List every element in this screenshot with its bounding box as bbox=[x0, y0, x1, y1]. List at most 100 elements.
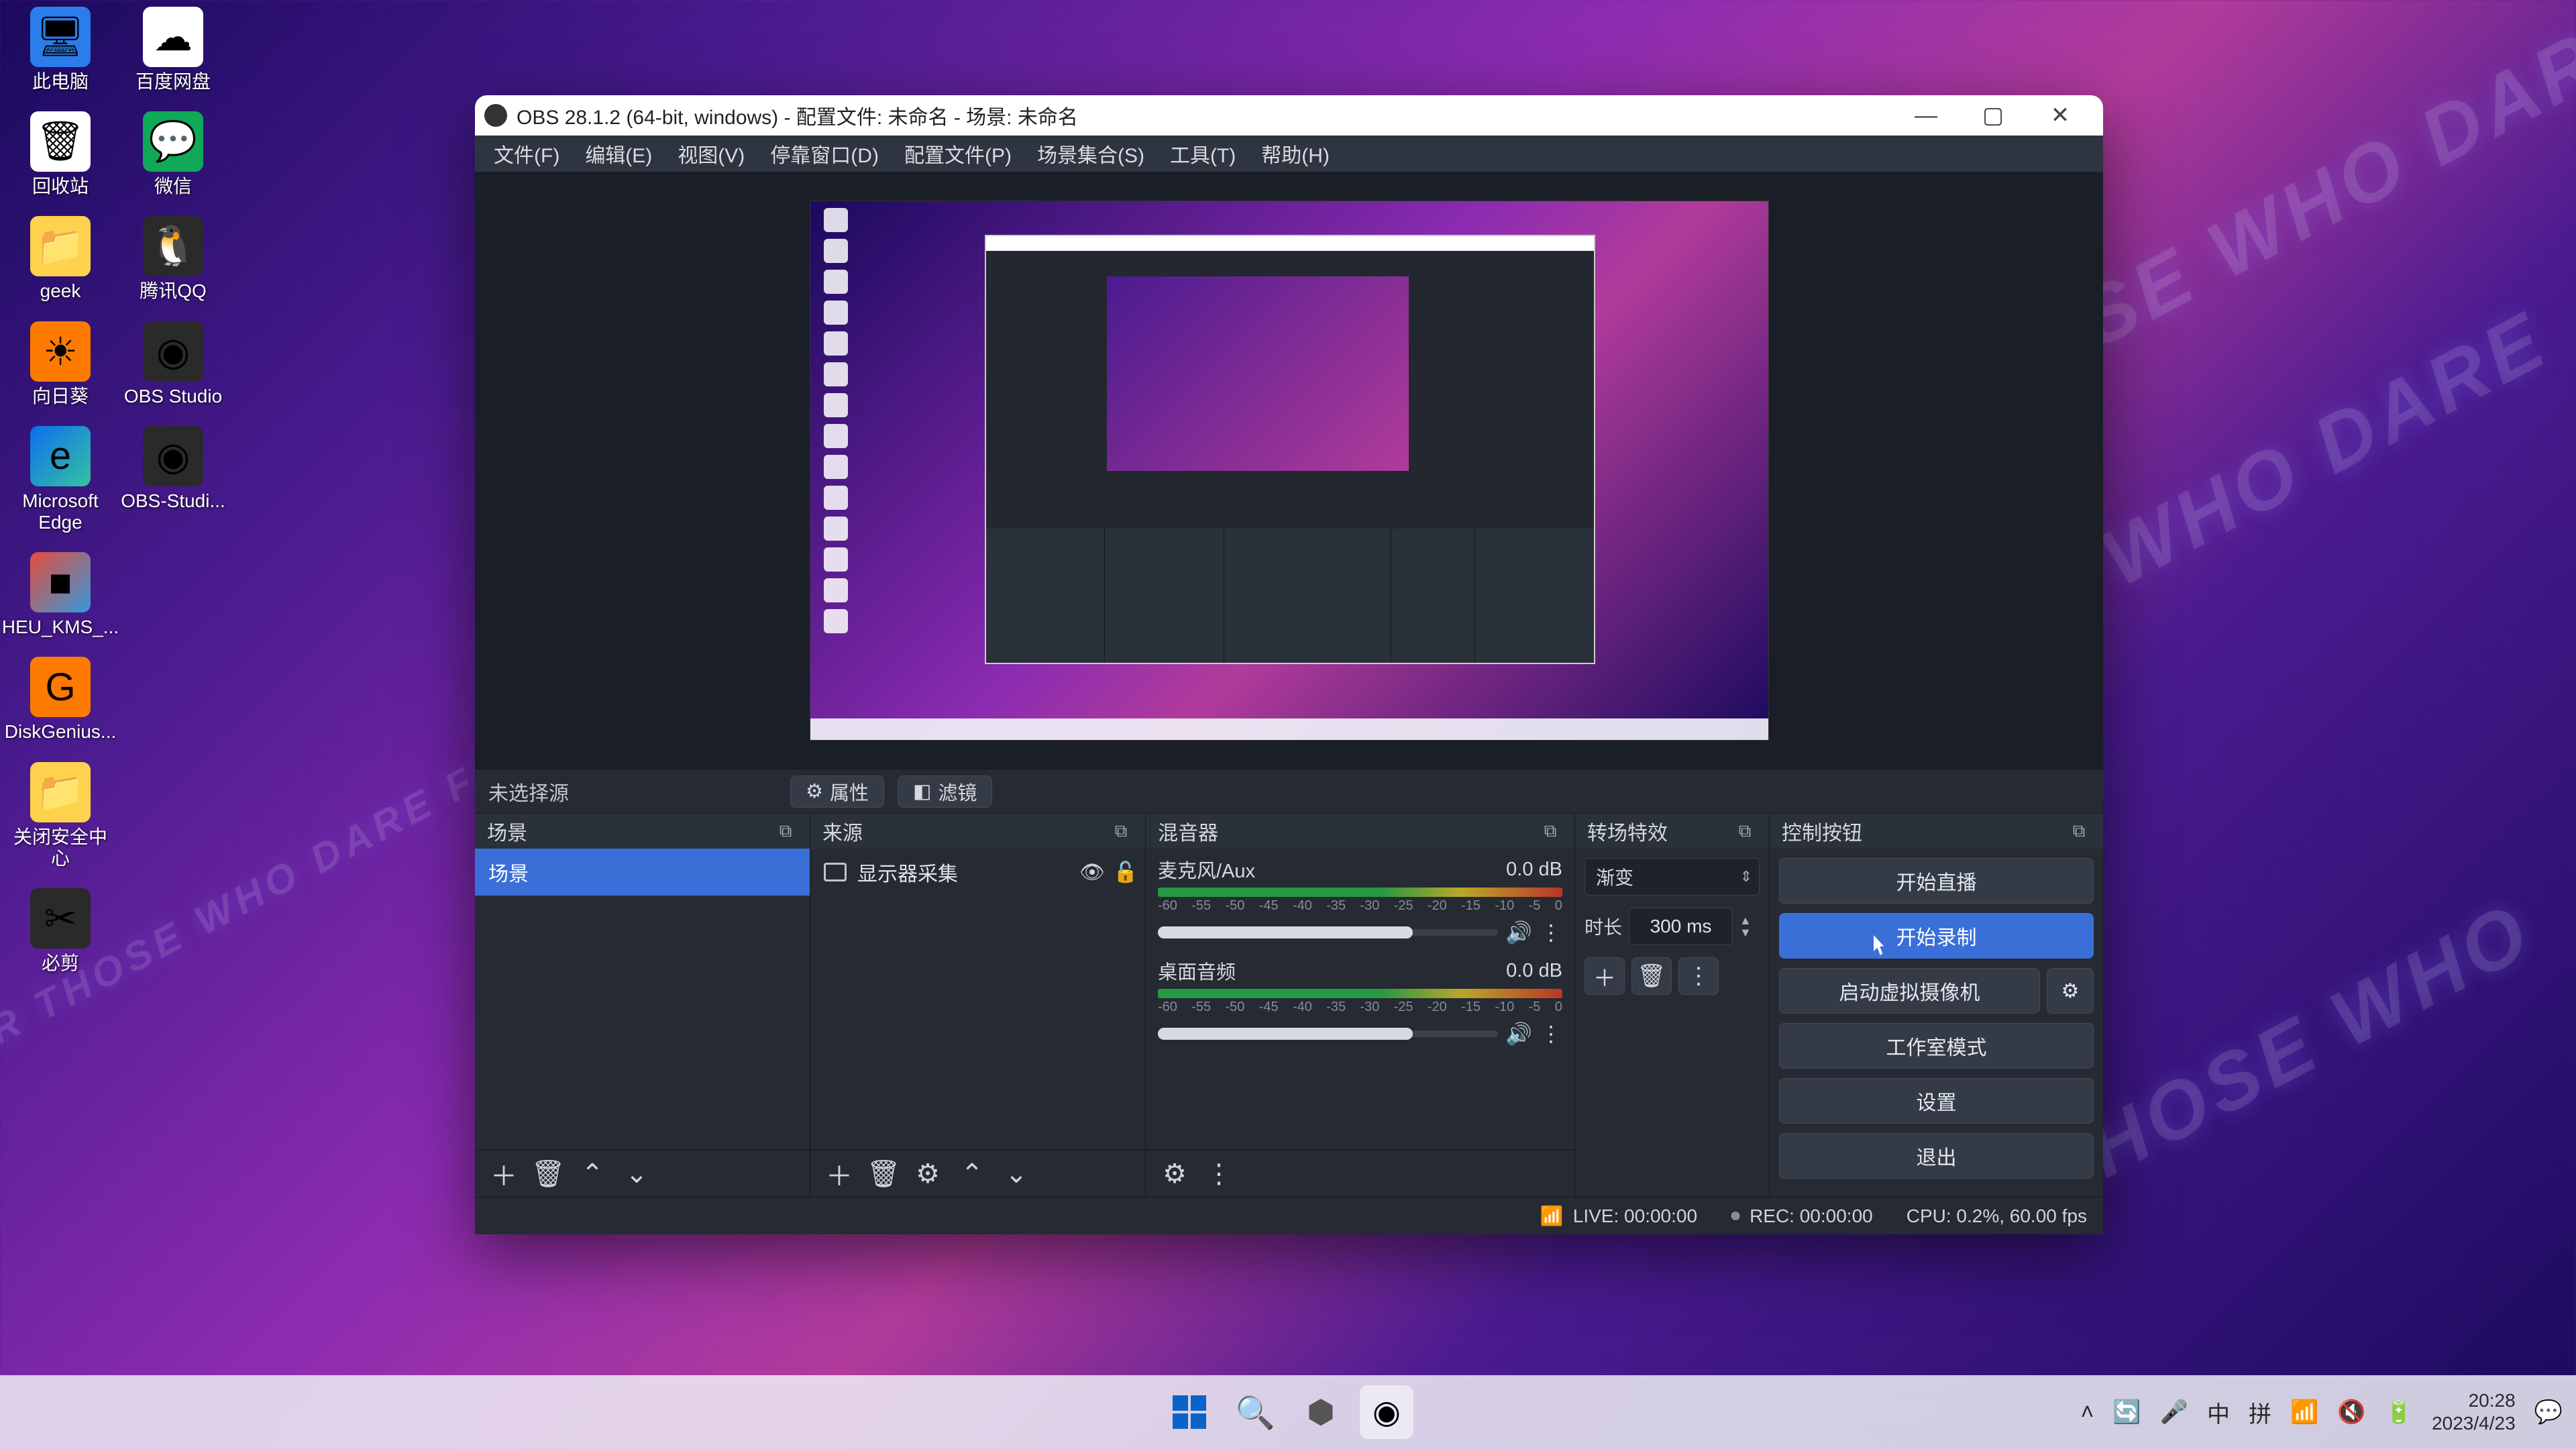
icon-label: OBS Studio bbox=[124, 386, 222, 407]
titlebar[interactable]: OBS 28.1.2 (64-bit, windows) - 配置文件: 未命名… bbox=[475, 95, 2103, 136]
remove-transition-button[interactable]: 🗑 bbox=[1631, 957, 1672, 995]
desktop-icon[interactable]: 🖥此电脑 bbox=[7, 7, 114, 93]
menu-item[interactable]: 帮助(H) bbox=[1249, 136, 1342, 172]
desktop-icon[interactable]: ◉OBS-Studi... bbox=[119, 426, 227, 512]
menu-item[interactable]: 编辑(E) bbox=[573, 136, 664, 172]
scenes-title: 场景 bbox=[487, 816, 527, 846]
search-button[interactable]: 🔍 bbox=[1228, 1385, 1282, 1439]
scene-up-button[interactable]: ⌃ bbox=[573, 1157, 612, 1191]
chevron-up-icon[interactable]: ˄ bbox=[2081, 1399, 2094, 1426]
volume-icon[interactable]: 🔇 bbox=[2337, 1399, 2365, 1426]
channel-menu-button[interactable]: ⋮ bbox=[1540, 918, 1562, 947]
desktop-icon[interactable]: 📁geek bbox=[7, 216, 114, 302]
studio-mode-button[interactable]: 工作室模式 bbox=[1779, 1023, 2094, 1069]
menu-item[interactable]: 场景集合(S) bbox=[1025, 136, 1157, 172]
clock[interactable]: 20:28 2023/4/23 bbox=[2432, 1389, 2516, 1434]
menu-item[interactable]: 视图(V) bbox=[665, 136, 757, 172]
transition-menu-button[interactable]: ⋮ bbox=[1678, 957, 1719, 995]
channel-db: 0.0 dB bbox=[1506, 960, 1562, 982]
start-streaming-button[interactable]: 开始直播 bbox=[1779, 858, 2094, 904]
icon-label: Microsoft Edge bbox=[7, 490, 114, 533]
signal-icon: 📶 bbox=[1540, 1205, 1564, 1227]
duration-input[interactable]: 300 ms bbox=[1629, 908, 1733, 945]
battery-icon[interactable]: 🔋 bbox=[2385, 1399, 2413, 1426]
properties-button[interactable]: ⚙属性 bbox=[790, 775, 884, 808]
desktop-icon[interactable]: ☀向日葵 bbox=[7, 321, 114, 407]
menu-item[interactable]: 配置文件(P) bbox=[892, 136, 1024, 172]
remove-scene-button[interactable]: 🗑 bbox=[529, 1157, 568, 1191]
scenes-dock: 场景 ⧉ 场景 ＋ 🗑 ⌃ ⌄ bbox=[475, 814, 810, 1197]
channel-menu-button[interactable]: ⋮ bbox=[1540, 1019, 1562, 1049]
source-item[interactable]: 显示器采集 👁 🔓 bbox=[810, 849, 1145, 896]
icon-label: 关闭安全中心 bbox=[7, 826, 114, 869]
desktop-icon[interactable]: ✂必剪 bbox=[7, 888, 114, 974]
scene-item[interactable]: 场景 bbox=[475, 849, 810, 896]
add-scene-button[interactable]: ＋ bbox=[484, 1157, 523, 1191]
popout-icon[interactable]: ⧉ bbox=[1538, 819, 1562, 843]
source-down-button[interactable]: ⌄ bbox=[997, 1157, 1036, 1191]
desktop-icon[interactable]: 💬微信 bbox=[119, 111, 227, 197]
microphone-icon[interactable]: 🎤 bbox=[2160, 1399, 2188, 1426]
controls-title: 控制按钮 bbox=[1782, 816, 1862, 846]
wifi-icon[interactable]: 📶 bbox=[2290, 1399, 2318, 1426]
speaker-icon[interactable]: 🔊 bbox=[1506, 1021, 1532, 1046]
ime-indicator[interactable]: 中 bbox=[2207, 1396, 2230, 1429]
icon-label: DiskGenius... bbox=[5, 721, 117, 743]
volume-slider[interactable] bbox=[1158, 1030, 1498, 1037]
desktop-icon[interactable]: 🐧腾讯QQ bbox=[119, 216, 227, 302]
taskbar-app[interactable]: ⬢ bbox=[1294, 1385, 1348, 1439]
desktop-icon[interactable]: GDiskGenius... bbox=[7, 657, 114, 743]
exit-button[interactable]: 退出 bbox=[1779, 1133, 2094, 1179]
popout-icon[interactable]: ⧉ bbox=[1733, 819, 1757, 843]
add-transition-button[interactable]: ＋ bbox=[1585, 957, 1625, 995]
menu-item[interactable]: 工具(T) bbox=[1158, 136, 1248, 172]
minimize-button[interactable]: — bbox=[1892, 95, 1960, 136]
desktop-icon[interactable]: ☁百度网盘 bbox=[119, 7, 227, 93]
windows-taskbar[interactable]: 🔍 ⬢ ◉ ˄ 🔄 🎤 中 拼 📶 🔇 🔋 20:28 2023/4/23 💬 bbox=[0, 1375, 2576, 1449]
obs-icon bbox=[484, 104, 507, 127]
add-source-button[interactable]: ＋ bbox=[820, 1157, 859, 1191]
start-recording-button[interactable]: 开始录制 bbox=[1779, 913, 2094, 959]
desktop-icon[interactable]: 🗑回收站 bbox=[7, 111, 114, 197]
virtual-camera-button[interactable]: 启动虚拟摄像机 bbox=[1779, 968, 2040, 1014]
remove-source-button[interactable]: 🗑 bbox=[864, 1157, 903, 1191]
preview-canvas[interactable] bbox=[810, 201, 1769, 741]
visibility-toggle[interactable]: 👁 bbox=[1079, 861, 1102, 883]
close-button[interactable]: ✕ bbox=[2027, 95, 2094, 136]
start-button[interactable] bbox=[1163, 1385, 1216, 1439]
spin-up-button[interactable]: ▲ bbox=[1739, 914, 1760, 926]
lock-toggle[interactable]: 🔓 bbox=[1113, 861, 1132, 883]
volume-slider[interactable] bbox=[1158, 929, 1498, 936]
preview-area[interactable] bbox=[475, 172, 2103, 769]
spin-down-button[interactable]: ▼ bbox=[1739, 926, 1760, 938]
menu-item[interactable]: 停靠窗口(D) bbox=[758, 136, 891, 172]
desktop-icon[interactable]: 📁关闭安全中心 bbox=[7, 762, 114, 869]
desktop-icon[interactable]: ■HEU_KMS_... bbox=[7, 552, 114, 638]
ime-mode[interactable]: 拼 bbox=[2249, 1396, 2271, 1429]
system-tray[interactable]: ˄ 🔄 🎤 中 拼 📶 🔇 🔋 20:28 2023/4/23 💬 bbox=[2081, 1389, 2563, 1434]
menu-item[interactable]: 文件(F) bbox=[482, 136, 572, 172]
icon-label: 回收站 bbox=[32, 176, 89, 197]
filters-button[interactable]: ◧滤镜 bbox=[898, 775, 992, 808]
speaker-icon[interactable]: 🔊 bbox=[1506, 920, 1532, 945]
transitions-dock: 转场特效⧉ 渐变 ⇕ 时长 300 ms ▲ ▼ ＋ 🗑 ⋮ bbox=[1575, 814, 1770, 1197]
popout-icon[interactable]: ⧉ bbox=[1109, 819, 1133, 843]
maximize-button[interactable]: ▢ bbox=[1960, 95, 2027, 136]
notifications-icon[interactable]: 💬 bbox=[2534, 1399, 2563, 1426]
source-up-button[interactable]: ⌃ bbox=[953, 1157, 991, 1191]
popout-icon[interactable]: ⧉ bbox=[773, 819, 798, 843]
mixer-menu-button[interactable]: ⋮ bbox=[1199, 1157, 1238, 1191]
app-icon: e bbox=[30, 426, 91, 486]
taskbar-obs[interactable]: ◉ bbox=[1360, 1385, 1413, 1439]
desktop-icon[interactable]: eMicrosoft Edge bbox=[7, 426, 114, 533]
popout-icon[interactable]: ⧉ bbox=[2067, 819, 2091, 843]
source-settings-button[interactable]: ⚙ bbox=[908, 1157, 947, 1191]
tray-icon[interactable]: 🔄 bbox=[2112, 1399, 2141, 1426]
settings-button[interactable]: 设置 bbox=[1779, 1078, 2094, 1124]
wallpaper-text: WHO DARE bbox=[2086, 293, 2563, 605]
mixer-settings-button[interactable]: ⚙ bbox=[1155, 1157, 1194, 1191]
desktop-icon[interactable]: ◉OBS Studio bbox=[119, 321, 227, 407]
scene-down-button[interactable]: ⌄ bbox=[617, 1157, 656, 1191]
virtual-camera-settings-button[interactable]: ⚙ bbox=[2047, 968, 2094, 1014]
transition-select[interactable]: 渐变 ⇕ bbox=[1585, 858, 1760, 896]
